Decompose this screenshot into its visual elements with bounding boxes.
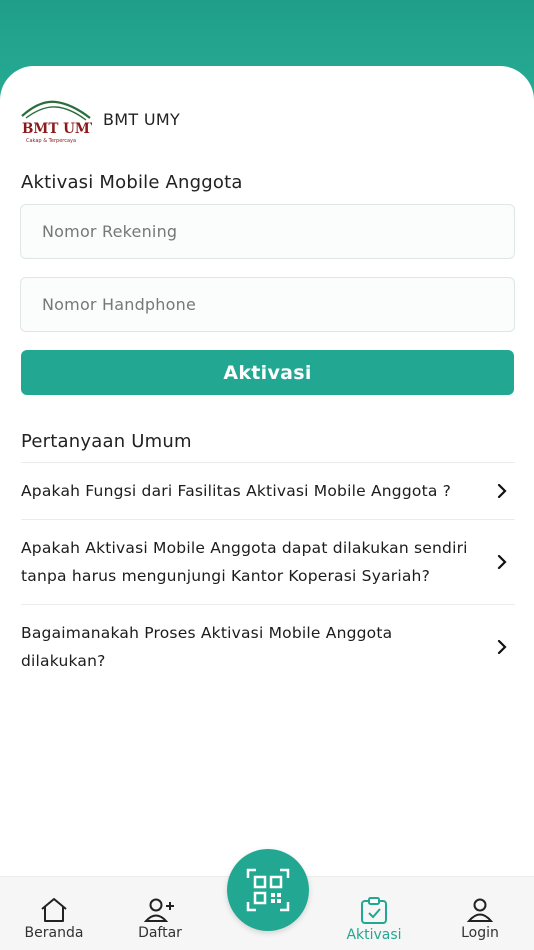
faq-list: Apakah Fungsi dari Fasilitas Aktivasi Mo… (21, 462, 515, 689)
nav-label: Aktivasi (346, 927, 402, 943)
chevron-right-icon (497, 555, 507, 569)
phone-number-input[interactable] (20, 277, 515, 332)
faq-question: Apakah Aktivasi Mobile Anggota dapat dil… (21, 539, 468, 585)
activate-button[interactable]: Aktivasi (21, 350, 514, 395)
brand-name: BMT UMY (103, 110, 181, 129)
brand-logo: BMT UMY Cakap & Terpercaya (20, 94, 100, 146)
add-user-icon (144, 898, 174, 922)
nav-label: Daftar (138, 925, 182, 941)
form-title: Aktivasi Mobile Anggota (21, 172, 243, 193)
qr-code-icon (246, 868, 290, 912)
nav-login[interactable]: Login (430, 877, 530, 950)
account-number-input[interactable] (20, 204, 515, 259)
svg-text:Cakap & Terpercaya: Cakap & Terpercaya (26, 138, 76, 144)
faq-item[interactable]: Apakah Aktivasi Mobile Anggota dapat dil… (21, 519, 515, 604)
home-icon (41, 898, 67, 922)
chevron-right-icon (497, 640, 507, 654)
qr-scan-button[interactable] (227, 849, 309, 931)
nav-label: Beranda (24, 925, 84, 941)
faq-title: Pertanyaan Umum (21, 431, 192, 452)
faq-item[interactable]: Apakah Fungsi dari Fasilitas Aktivasi Mo… (21, 462, 515, 519)
faq-item[interactable]: Bagaimanakah Proses Aktivasi Mobile Angg… (21, 604, 515, 689)
clipboard-check-icon (361, 897, 387, 924)
nav-aktivasi[interactable]: Aktivasi (324, 877, 424, 950)
nav-beranda[interactable]: Beranda (4, 877, 104, 950)
faq-question: Apakah Fungsi dari Fasilitas Aktivasi Mo… (21, 482, 452, 500)
chevron-right-icon (497, 484, 507, 498)
faq-question: Bagaimanakah Proses Aktivasi Mobile Angg… (21, 624, 393, 670)
nav-label: Login (461, 925, 499, 941)
svg-text:BMT UMY: BMT UMY (22, 121, 92, 137)
user-icon (466, 898, 494, 922)
nav-daftar[interactable]: Daftar (110, 877, 210, 950)
